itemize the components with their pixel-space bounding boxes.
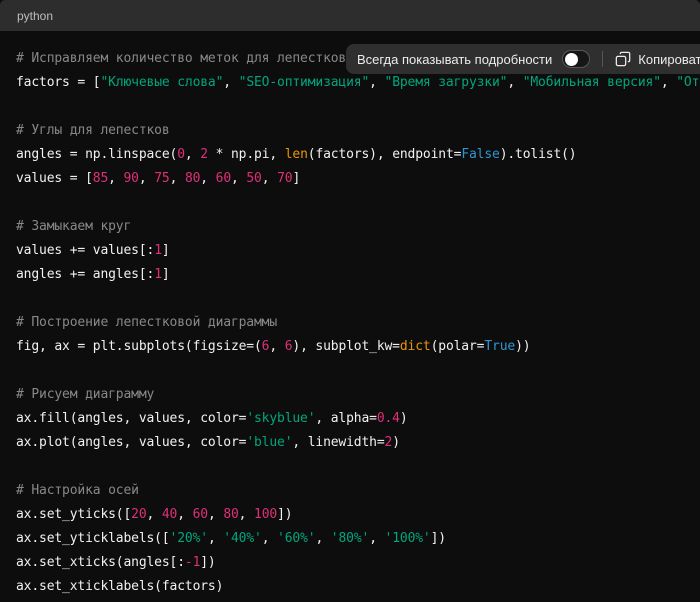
code-line: # Рисуем диаграмму [16,383,684,407]
code-line [16,359,684,383]
code-line [16,455,684,479]
code-line: # Построение лепестковой диаграммы [16,311,684,335]
code-line: ax.set_xticklabels(factors) [16,575,684,599]
copy-code-label: Копировать код [638,52,700,67]
code-line: # Углы для лепестков [16,119,684,143]
code-block-window: python # Исправляем количество меток для… [0,0,700,602]
always-show-details-label: Всегда показывать подробности [357,52,552,67]
code-line [16,95,684,119]
toolbar-divider [602,51,603,67]
copy-code-button[interactable]: Копировать код [615,51,700,67]
code-line: ax.set_xticks(angles[:-1]) [16,551,684,575]
code-line: angles = np.linspace(0, 2 * np.pi, len(f… [16,143,684,167]
code-line: ax.plot(angles, values, color='blue', li… [16,431,684,455]
code-line: fig, ax = plt.subplots(figsize=(6, 6), s… [16,335,684,359]
code-line: ax.fill(angles, values, color='skyblue',… [16,407,684,431]
code-area: # Исправляем количество меток для лепест… [0,31,700,602]
code-line: # Замыкаем круг [16,215,684,239]
code-line: values = [85, 90, 75, 80, 60, 50, 70] [16,167,684,191]
code-line: angles += angles[:1] [16,263,684,287]
code-content: # Исправляем количество меток для лепест… [16,47,684,599]
copy-icon [615,51,631,67]
code-toolbar: Всегда показывать подробности Копировать… [346,44,700,74]
code-line [16,191,684,215]
language-label: python [17,10,53,22]
code-line: # Настройка осей [16,479,684,503]
code-line [16,287,684,311]
code-line: values += values[:1] [16,239,684,263]
code-line: ax.set_yticks([20, 40, 60, 80, 100]) [16,503,684,527]
always-show-details-toggle[interactable] [562,50,590,68]
code-line: factors = ["Ключевые слова", "SEO-оптими… [16,71,684,95]
toggle-knob-icon [565,53,578,66]
code-block-header: python [0,0,700,31]
code-line: ax.set_yticklabels(['20%', '40%', '60%',… [16,527,684,551]
